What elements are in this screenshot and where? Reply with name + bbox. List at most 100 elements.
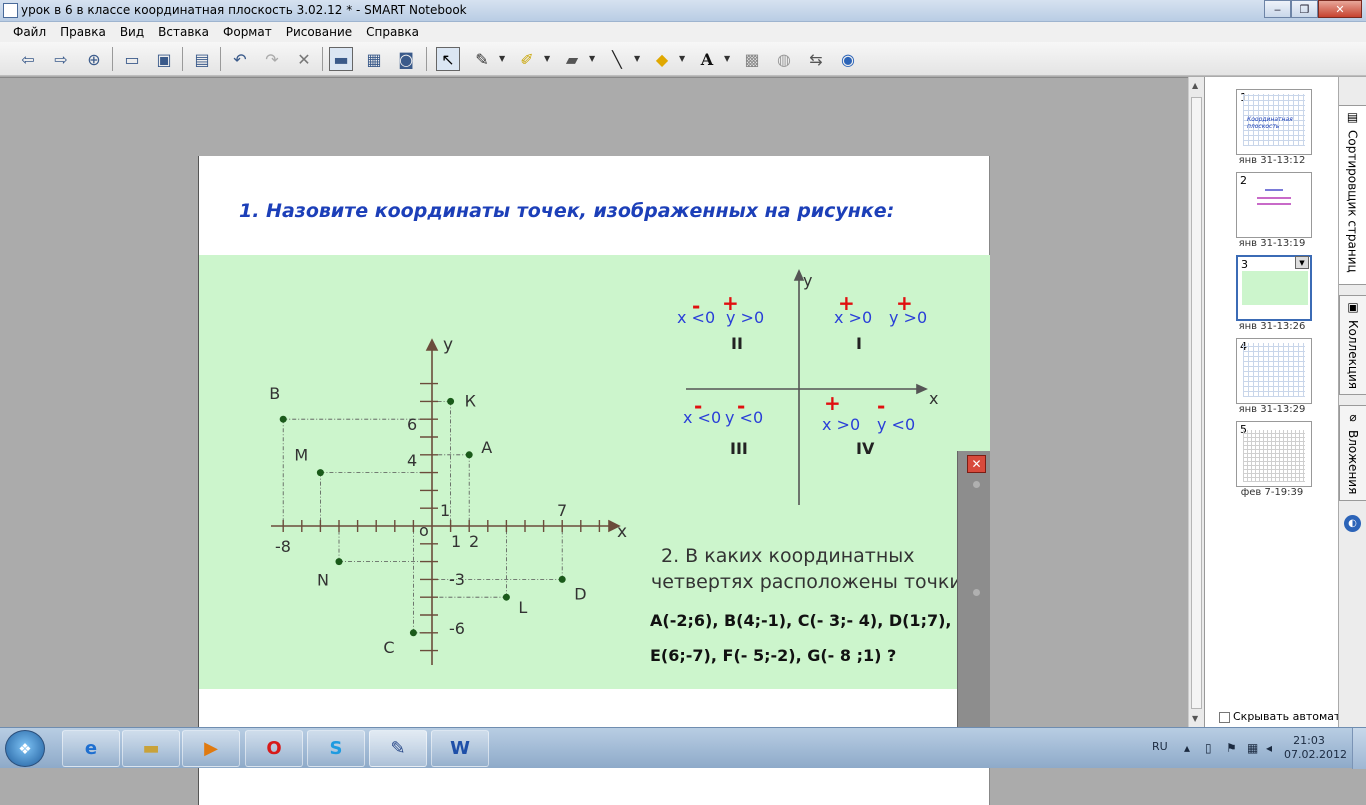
autohide-checkbox[interactable] xyxy=(1219,711,1230,723)
page-thumbnail-4[interactable]: 4 xyxy=(1236,338,1312,404)
page-thumbnail-5[interactable]: 5 xyxy=(1236,421,1312,487)
tick-label-6: 6 xyxy=(407,415,417,434)
paste-icon[interactable]: ▤ xyxy=(190,47,214,71)
quadrant-numerals: II I III IV xyxy=(730,334,875,458)
tab-page-sorter[interactable]: ▤ Сортировщик страниц xyxy=(1339,105,1366,285)
point-label-L: L xyxy=(518,598,527,617)
tray-network-icon[interactable]: ▦ xyxy=(1247,741,1258,755)
pen-dropdown-icon[interactable]: ▼ xyxy=(499,54,505,63)
redo-icon[interactable]: ↷ xyxy=(260,47,284,71)
taskbar-explorer-icon[interactable]: ▬ xyxy=(122,730,180,767)
page-sorter-panel: 1 Координатная плоскость янв 31-13:12 2 … xyxy=(1204,77,1340,727)
properties-icon[interactable]: ◍ xyxy=(772,47,796,71)
tray-clock[interactable]: 21:03 07.02.2012 xyxy=(1284,734,1347,762)
tray-volume-icon[interactable]: ◂ xyxy=(1266,741,1272,755)
close-button[interactable]: ✕ xyxy=(1318,0,1362,18)
page-thumbnail-2[interactable]: 2 xyxy=(1236,172,1312,238)
menu-file[interactable]: Файл xyxy=(6,22,53,42)
highlighter-icon[interactable]: ✐ xyxy=(515,47,539,71)
pen-icon[interactable]: ✎ xyxy=(470,47,494,71)
minimize-button[interactable]: ‒ xyxy=(1264,0,1291,18)
floating-panel[interactable]: ✕ xyxy=(957,451,990,728)
scroll-up-icon[interactable]: ▲ xyxy=(1192,81,1198,90)
select-pointer-icon[interactable]: ↖ xyxy=(436,47,460,71)
menu-edit[interactable]: Правка xyxy=(53,22,113,42)
autohide-option[interactable]: Скрывать автомат xyxy=(1219,710,1340,723)
menu-bar: Файл Правка Вид Вставка Формат Рисование… xyxy=(0,22,1366,42)
page-date: янв 31-13:29 xyxy=(1238,404,1306,415)
delete-icon[interactable]: ✕ xyxy=(292,47,316,71)
line-dropdown-icon[interactable]: ▼ xyxy=(634,54,640,63)
menu-view[interactable]: Вид xyxy=(113,22,151,42)
page-date: янв 31-13:12 xyxy=(1238,155,1306,166)
tab-gallery[interactable]: ▣ Коллекция xyxy=(1339,295,1366,395)
quadrant-I-label: I xyxy=(856,334,862,353)
graph2-x-arrow xyxy=(916,383,928,395)
page-date: янв 31-13:26 xyxy=(1238,321,1306,332)
menu-insert[interactable]: Вставка xyxy=(151,22,216,42)
scrollbar-thumb[interactable] xyxy=(1191,97,1202,709)
page-thumbnail-1[interactable]: 1 Координатная плоскость xyxy=(1236,89,1312,155)
menu-help[interactable]: Справка xyxy=(359,22,426,42)
line-icon[interactable]: ╲ xyxy=(605,47,629,71)
notebook-page[interactable]: 1. Назовите координаты точек, изображенн… xyxy=(198,156,990,805)
taskbar-media-icon[interactable]: ▶ xyxy=(182,730,240,767)
toolbar-divider xyxy=(182,47,183,71)
graph2-x-label: x xyxy=(929,389,938,408)
maximize-button[interactable]: ❐ xyxy=(1291,0,1318,18)
quadrant-IV-label: IV xyxy=(856,439,875,458)
taskbar-skype-icon[interactable]: S xyxy=(307,730,365,767)
text-dropdown-icon[interactable]: ▼ xyxy=(724,54,730,63)
q3-y-condition: y <0 xyxy=(725,408,763,427)
eraser-icon[interactable]: ▰ xyxy=(560,47,584,71)
next-page-icon[interactable]: ⇨ xyxy=(49,47,73,71)
taskbar-opera-icon[interactable]: O xyxy=(245,730,303,767)
tick-label-minus-8: -8 xyxy=(275,537,291,556)
eraser-dropdown-icon[interactable]: ▼ xyxy=(589,54,595,63)
previous-page-icon[interactable]: ⇦ xyxy=(16,47,40,71)
fill-icon[interactable]: ▩ xyxy=(740,47,764,71)
green-content-area: КBAMNDLC x y o 6 4 1 7 -8 1 2 -3 -6 x y … xyxy=(199,255,990,689)
undo-icon[interactable]: ↶ xyxy=(228,47,252,71)
tray-language[interactable]: RU xyxy=(1152,740,1168,753)
start-button[interactable]: ❖ xyxy=(5,730,45,767)
taskbar-word-icon[interactable]: W xyxy=(431,730,489,767)
shapes-dropdown-icon[interactable]: ▼ xyxy=(679,54,685,63)
shapes-icon[interactable]: ◆ xyxy=(650,47,674,71)
taskbar-ie-icon[interactable]: e xyxy=(62,730,120,767)
page-number: 3 xyxy=(1241,258,1248,271)
quadrant-III-label: III xyxy=(730,439,748,458)
tray-action-center-icon[interactable]: ⚑ xyxy=(1226,741,1237,755)
clock-date: 07.02.2012 xyxy=(1284,748,1347,761)
side-panel-options-icon[interactable]: ◐ xyxy=(1344,515,1361,532)
text-icon[interactable]: A xyxy=(695,47,719,71)
taskbar-notebook-icon[interactable]: ✎ xyxy=(369,730,427,767)
graph2-y-label: y xyxy=(803,271,812,290)
page-thumbnail-3[interactable]: 3 ▼ xyxy=(1236,255,1312,321)
tab-attachments[interactable]: ⌀ Вложения xyxy=(1339,405,1366,501)
vertical-scrollbar[interactable]: ▲ ▼ xyxy=(1188,77,1204,727)
thumbnail-menu-icon[interactable]: ▼ xyxy=(1295,256,1309,269)
open-file-icon[interactable]: ▭ xyxy=(120,47,144,71)
tick-label-7: 7 xyxy=(557,501,567,520)
more-options-icon[interactable]: ◉ xyxy=(836,47,860,71)
tray-expand-icon[interactable]: ▴ xyxy=(1184,741,1190,755)
menu-draw[interactable]: Рисование xyxy=(279,22,359,42)
save-icon[interactable]: ▣ xyxy=(152,47,176,71)
menu-format[interactable]: Формат xyxy=(216,22,279,42)
panel-handle-icon[interactable] xyxy=(973,589,980,596)
q4-y-condition: y <0 xyxy=(877,415,915,434)
highlighter-dropdown-icon[interactable]: ▼ xyxy=(544,54,550,63)
page-date: фев 7-19:39 xyxy=(1240,487,1304,498)
show-desktop-button[interactable] xyxy=(1352,728,1366,769)
add-page-icon[interactable]: ⊕ xyxy=(82,47,106,71)
panel-close-icon[interactable]: ✕ xyxy=(967,455,986,473)
full-screen-icon[interactable]: ▦ xyxy=(362,47,386,71)
screen-shade-icon[interactable]: ▬ xyxy=(329,47,353,71)
tray-device-icon[interactable]: ▯ xyxy=(1205,741,1212,755)
scroll-down-icon[interactable]: ▼ xyxy=(1192,714,1198,723)
task2-points-line2: E(6;-7), F(- 5;-2), G(- 8 ;1) ? xyxy=(650,646,896,665)
panel-handle-icon[interactable] xyxy=(973,481,980,488)
move-toolbar-icon[interactable]: ⇆ xyxy=(804,47,828,71)
capture-icon[interactable]: ◙ xyxy=(394,47,418,71)
